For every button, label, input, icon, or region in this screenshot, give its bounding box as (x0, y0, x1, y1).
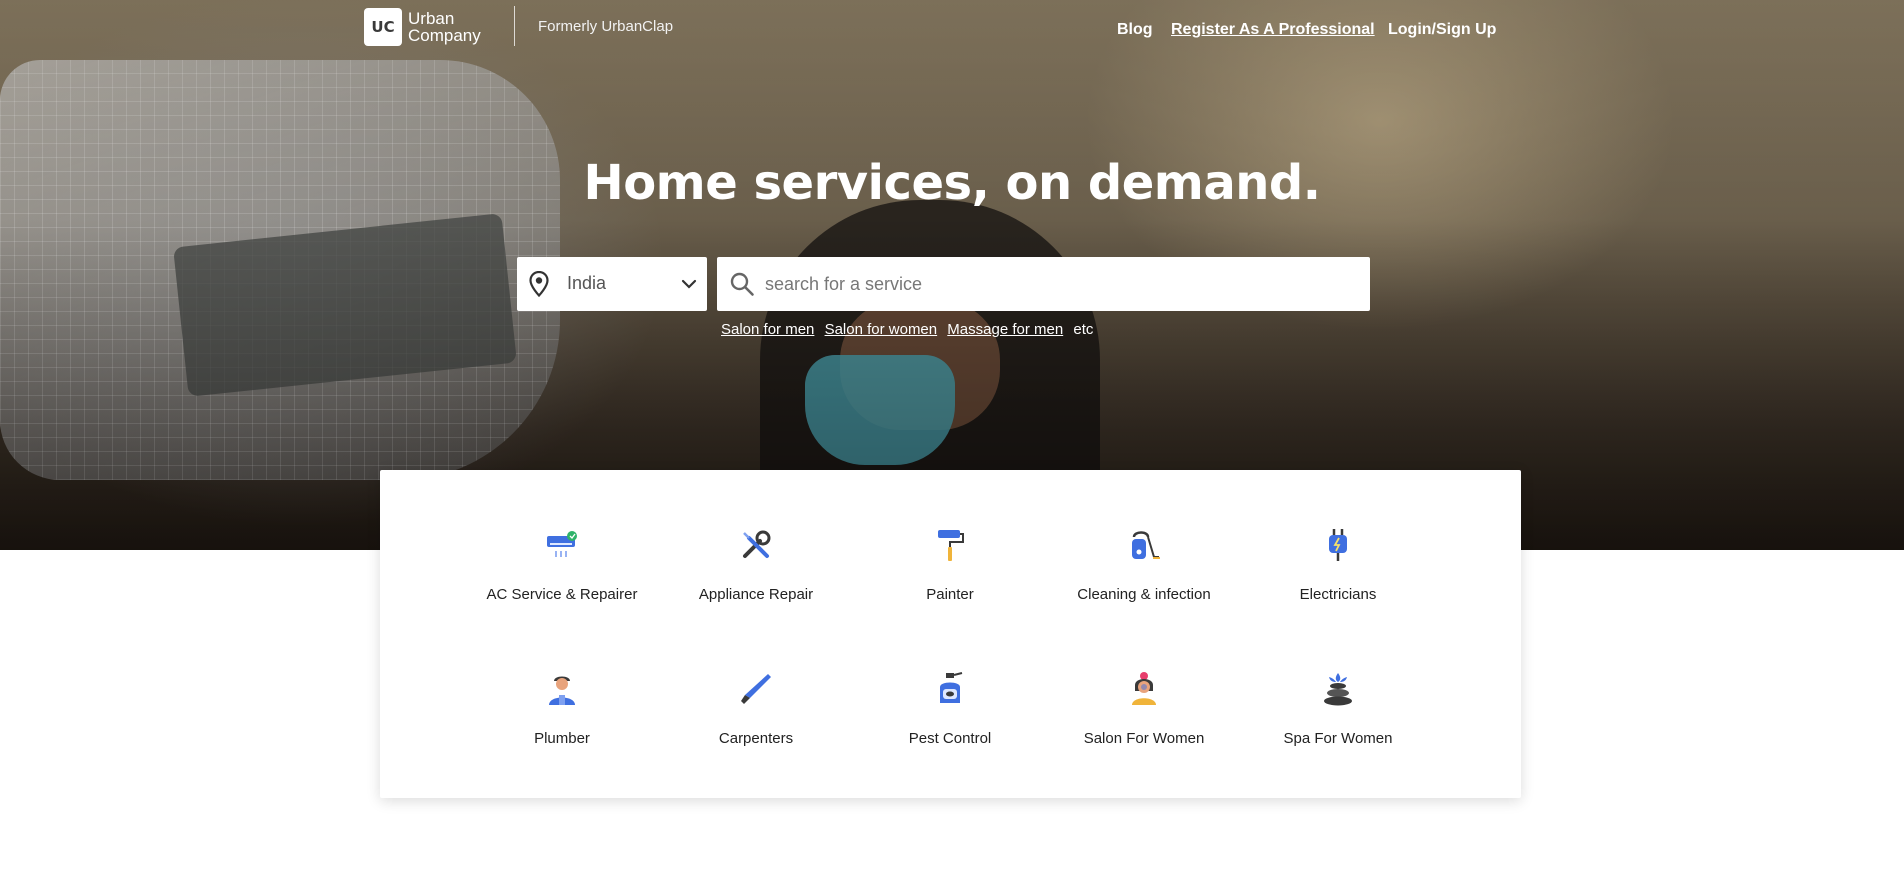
search-icon (729, 271, 755, 301)
top-navigation: UC Urban Company Formerly UrbanClap Blog… (0, 0, 1904, 60)
category-salon-women[interactable]: Salon For Women (1047, 626, 1241, 747)
category-pest-control[interactable]: Pest Control (853, 626, 1047, 747)
category-carpenters[interactable]: Carpenters (659, 626, 853, 747)
woman-face-icon (1126, 671, 1162, 707)
category-label: Electricians (1299, 586, 1377, 603)
ac-unit-icon (544, 527, 580, 563)
category-card: AC Service & Repairer Appliance Repair P… (380, 470, 1521, 798)
category-spa-women[interactable]: Spa For Women (1241, 626, 1435, 747)
category-label: Plumber (534, 730, 590, 747)
nav-link-blog[interactable]: Blog (1117, 21, 1153, 39)
suggestion-link-massage-men[interactable]: Massage for men (947, 321, 1063, 338)
nav-link-login-signup[interactable]: Login/Sign Up (1388, 21, 1496, 39)
formerly-text: Formerly UrbanClap (538, 18, 674, 35)
pest-spray-icon (932, 671, 968, 707)
plumber-person-icon (544, 671, 580, 707)
logo-mark: UC (364, 8, 402, 46)
category-label: Pest Control (908, 730, 992, 747)
category-painter[interactable]: Painter (853, 482, 1047, 603)
search-input[interactable] (765, 257, 1360, 311)
category-label: Appliance Repair (698, 586, 814, 603)
paint-roller-icon (932, 527, 968, 563)
category-label: Carpenters (718, 730, 794, 747)
category-plumber[interactable]: Plumber (465, 626, 659, 747)
logo-divider (514, 6, 515, 46)
category-ac-service[interactable]: AC Service & Repairer (465, 482, 659, 603)
category-label: Spa For Women (1283, 730, 1393, 747)
vacuum-cleaner-icon (1126, 527, 1162, 563)
map-pin-icon (529, 270, 549, 301)
category-label: Cleaning & infection (1077, 586, 1211, 603)
suggestion-link-salon-men[interactable]: Salon for men (721, 321, 814, 338)
suggestion-suffix: etc (1073, 321, 1094, 338)
nav-link-register-professional[interactable]: Register As A Professional (1171, 21, 1375, 39)
hero-title: Home services, on demand. (583, 155, 1321, 211)
category-electricians[interactable]: Electricians (1241, 482, 1435, 603)
hand-saw-icon (738, 671, 774, 707)
category-label: AC Service & Repairer (486, 586, 638, 603)
search-suggestions: Salon for men Salon for women Massage fo… (721, 321, 1093, 338)
electric-plug-icon (1320, 527, 1356, 563)
wrench-screwdriver-icon (738, 527, 774, 563)
category-label: Painter (926, 586, 974, 603)
category-cleaning[interactable]: Cleaning & infection (1047, 482, 1241, 603)
logo-line-2: Company (408, 26, 481, 45)
search-box (717, 257, 1370, 311)
brand-logo[interactable]: UC Urban Company (364, 6, 515, 46)
location-value: India (567, 273, 607, 293)
spa-stones-icon (1320, 671, 1356, 707)
location-select[interactable]: India (517, 257, 707, 311)
suggestion-link-salon-women[interactable]: Salon for women (825, 321, 938, 338)
chevron-down-icon (681, 276, 697, 296)
category-label: Salon For Women (1083, 730, 1205, 747)
logo-line-1: Urban (408, 9, 455, 28)
category-appliance-repair[interactable]: Appliance Repair (659, 482, 853, 603)
logo-wordmark: Urban Company (408, 10, 481, 44)
